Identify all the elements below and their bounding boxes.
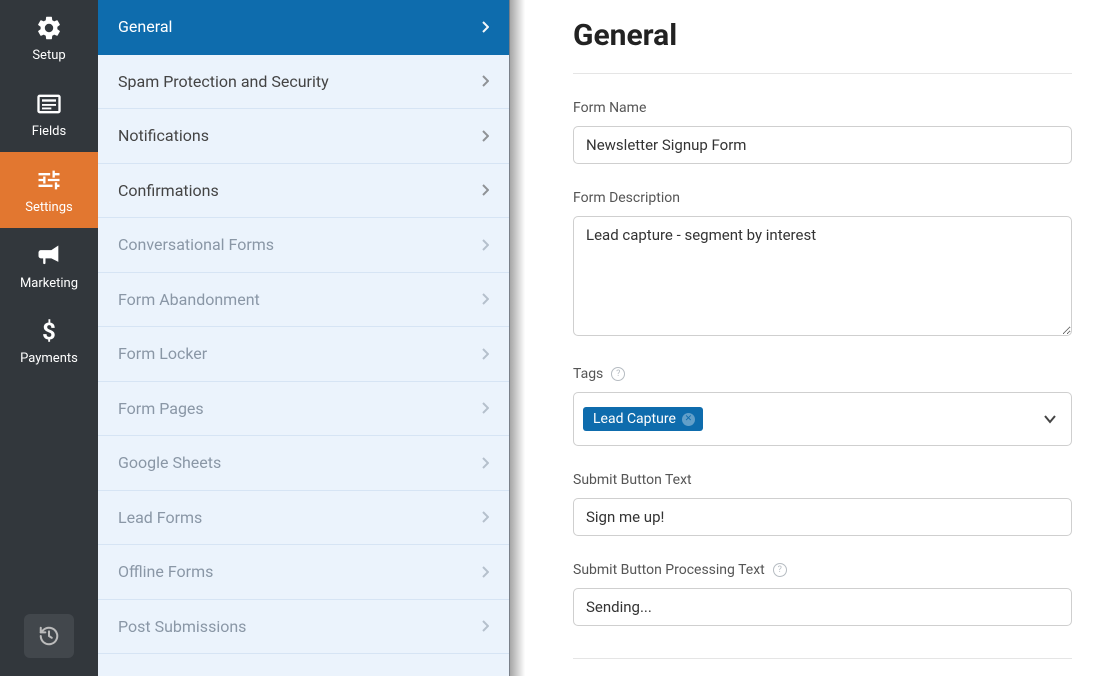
nav-item-label: Fields xyxy=(32,124,66,139)
chevron-right-icon xyxy=(481,620,489,632)
label-tags: Tags ? xyxy=(573,366,1072,382)
sub-item-label: General xyxy=(118,17,172,36)
help-icon[interactable]: ? xyxy=(773,563,787,577)
label-form-description: Form Description xyxy=(573,190,1072,206)
chevron-right-icon xyxy=(481,184,489,196)
form-icon xyxy=(35,90,63,118)
sub-item-label: Notifications xyxy=(118,126,209,145)
sub-item-label: Confirmations xyxy=(118,181,219,200)
field-tags: Tags ? Lead Capture ✕ xyxy=(573,366,1072,446)
input-form-description[interactable] xyxy=(573,216,1072,336)
sub-item-general[interactable]: General xyxy=(98,0,509,55)
app-root: Setup Fields Settings Marketing $ Paymen… xyxy=(0,0,1116,676)
sub-item-locker[interactable]: Form Locker xyxy=(98,327,509,382)
input-submit-processing[interactable] xyxy=(573,588,1072,626)
chevron-right-icon xyxy=(481,239,489,251)
sliders-icon xyxy=(35,166,63,194)
sub-item-abandonment[interactable]: Form Abandonment xyxy=(98,273,509,328)
field-submit-text: Submit Button Text xyxy=(573,472,1072,536)
sub-item-pages[interactable]: Form Pages xyxy=(98,382,509,437)
svg-text:$: $ xyxy=(42,319,56,345)
gear-icon xyxy=(35,14,63,42)
sub-item-confirmations[interactable]: Confirmations xyxy=(98,164,509,219)
nav-item-label: Settings xyxy=(25,200,72,215)
sub-item-postsubmissions[interactable]: Post Submissions xyxy=(98,600,509,655)
nav-item-label: Setup xyxy=(32,48,65,63)
sub-item-label: Post Submissions xyxy=(118,617,246,636)
main-content: General Form Name Form Description Tags … xyxy=(529,0,1116,676)
sub-item-label: Spam Protection and Security xyxy=(118,72,329,91)
chevron-right-icon xyxy=(481,348,489,360)
section-divider xyxy=(573,658,1072,659)
sub-item-notifications[interactable]: Notifications xyxy=(98,109,509,164)
chevron-right-icon xyxy=(481,130,489,142)
nav-item-fields[interactable]: Fields xyxy=(0,76,98,152)
chevron-right-icon xyxy=(481,402,489,414)
chevron-down-icon xyxy=(1043,414,1057,424)
sub-item-conversational[interactable]: Conversational Forms xyxy=(98,218,509,273)
help-icon[interactable]: ? xyxy=(611,367,625,381)
chevron-right-icon xyxy=(481,566,489,578)
sub-item-googlesheets[interactable]: Google Sheets xyxy=(98,436,509,491)
sub-item-label: Form Pages xyxy=(118,399,204,418)
sub-item-label: Conversational Forms xyxy=(118,235,274,254)
tags-select[interactable]: Lead Capture ✕ xyxy=(573,392,1072,446)
field-form-description: Form Description xyxy=(573,190,1072,340)
tag-chip-label: Lead Capture xyxy=(593,411,676,427)
chevron-right-icon xyxy=(481,21,489,33)
nav-item-marketing[interactable]: Marketing xyxy=(0,228,98,304)
chevron-right-icon xyxy=(481,457,489,469)
history-button[interactable] xyxy=(24,614,74,658)
dollar-icon: $ xyxy=(36,319,62,345)
sub-item-offline[interactable]: Offline Forms xyxy=(98,545,509,600)
nav-item-label: Marketing xyxy=(20,276,78,291)
sub-item-label: Offline Forms xyxy=(118,562,213,581)
tag-chip: Lead Capture ✕ xyxy=(583,407,703,431)
nav-spacer xyxy=(0,380,98,600)
page-title: General xyxy=(573,4,1072,74)
history-icon xyxy=(38,625,60,647)
label-submit-processing: Submit Button Processing Text ? xyxy=(573,562,1072,578)
label-form-name: Form Name xyxy=(573,100,1072,116)
field-submit-processing: Submit Button Processing Text ? xyxy=(573,562,1072,626)
sub-item-leadforms[interactable]: Lead Forms xyxy=(98,491,509,546)
chevron-right-icon xyxy=(481,511,489,523)
field-form-name: Form Name xyxy=(573,100,1072,164)
nav-item-label: Payments xyxy=(20,351,78,366)
input-submit-text[interactable] xyxy=(573,498,1072,536)
sub-item-label: Form Abandonment xyxy=(118,290,260,309)
bullhorn-icon xyxy=(35,242,63,270)
panel-divider xyxy=(509,0,529,676)
sub-item-spam[interactable]: Spam Protection and Security xyxy=(98,55,509,110)
settings-sub-panel: General Spam Protection and Security Not… xyxy=(98,0,509,676)
chevron-right-icon xyxy=(481,293,489,305)
sub-item-label: Google Sheets xyxy=(118,453,221,472)
sub-item-label: Form Locker xyxy=(118,344,207,363)
input-form-name[interactable] xyxy=(573,126,1072,164)
nav-rail-footer xyxy=(0,600,98,676)
tag-remove-icon[interactable]: ✕ xyxy=(682,413,695,426)
label-submit-text: Submit Button Text xyxy=(573,472,1072,488)
nav-item-setup[interactable]: Setup xyxy=(0,0,98,76)
nav-rail: Setup Fields Settings Marketing $ Paymen… xyxy=(0,0,98,676)
nav-item-payments[interactable]: $ Payments xyxy=(0,304,98,380)
nav-item-settings[interactable]: Settings xyxy=(0,152,98,228)
sub-item-label: Lead Forms xyxy=(118,508,202,527)
chevron-right-icon xyxy=(481,75,489,87)
